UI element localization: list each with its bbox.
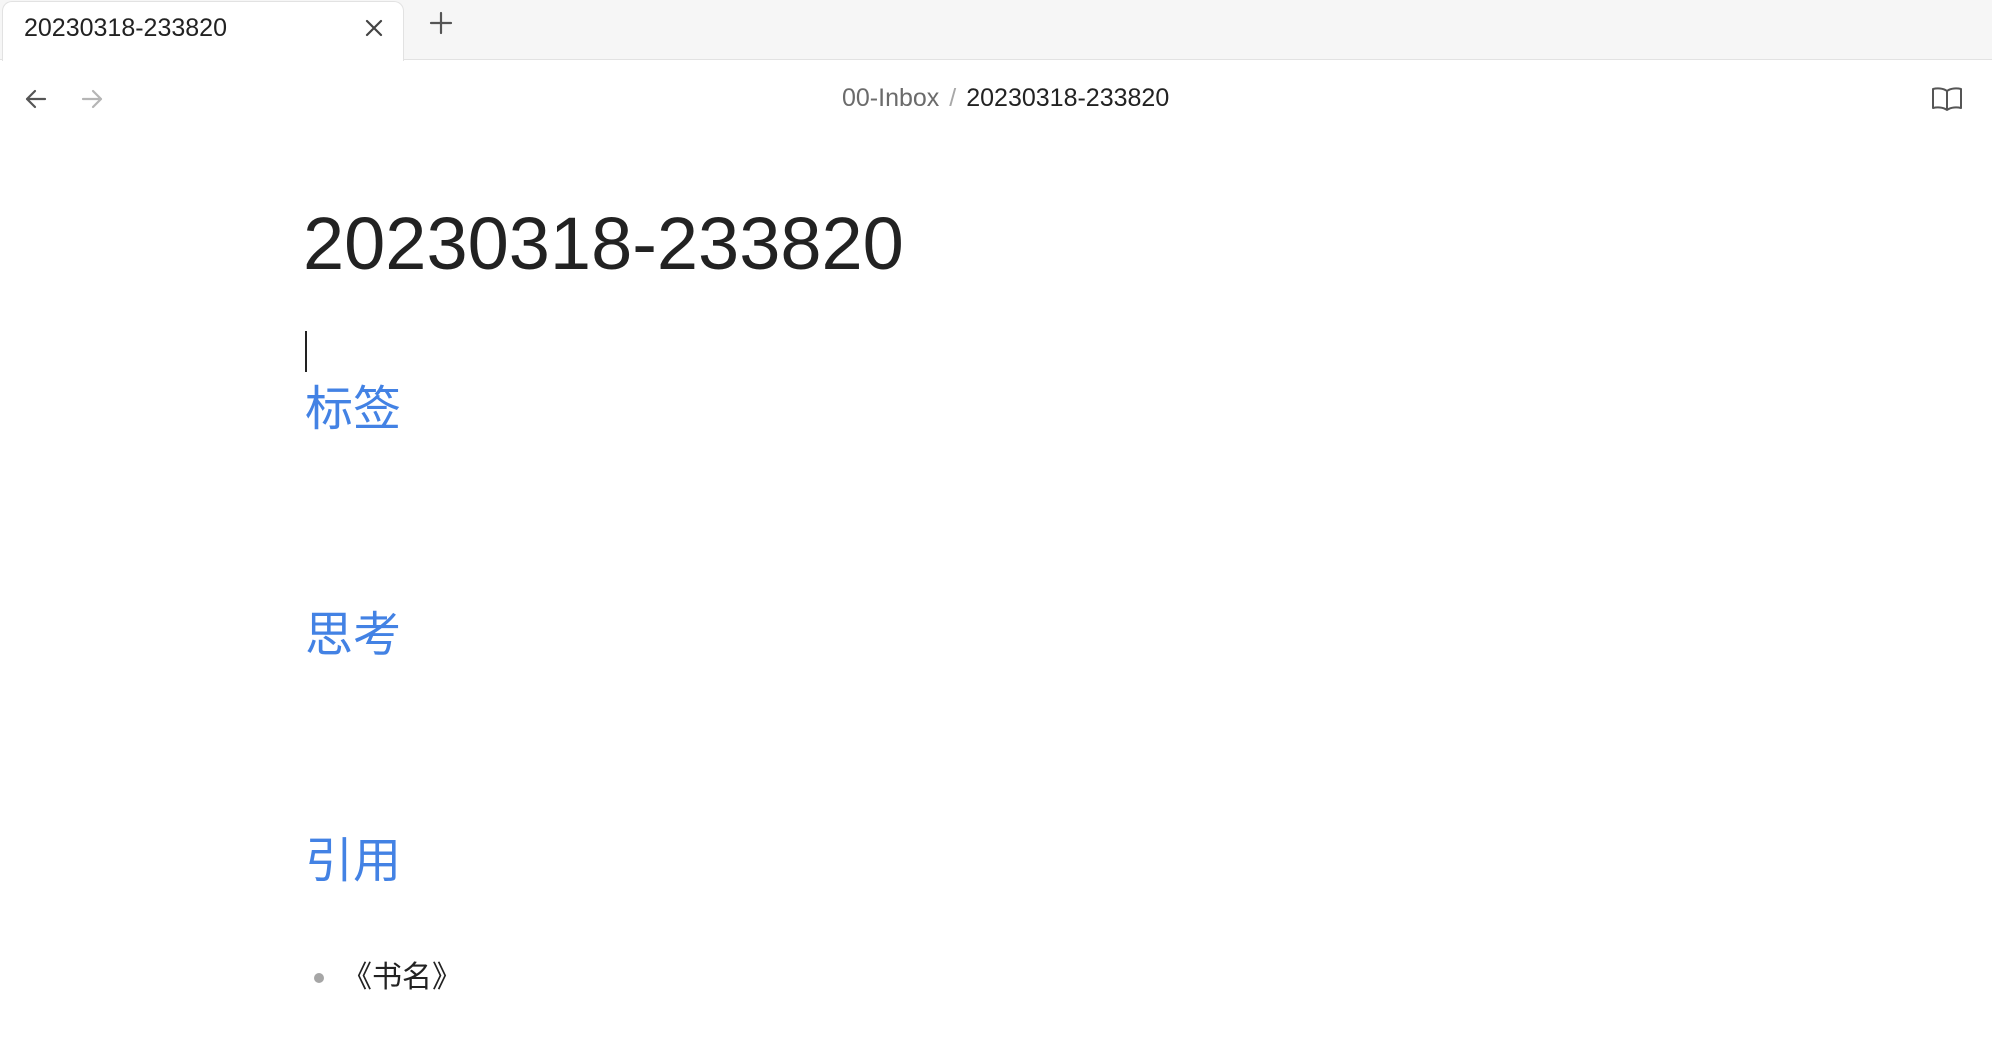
- arrow-right-icon[interactable]: [77, 84, 107, 114]
- heading-thoughts[interactable]: 思考: [305, 608, 401, 664]
- note-title[interactable]: 20230318-233820: [303, 207, 904, 281]
- breadcrumb: 00-Inbox / 20230318-233820: [842, 80, 1169, 116]
- tab-active[interactable]: 20230318-233820: [2, 1, 404, 61]
- book-open-icon[interactable]: [1930, 82, 1964, 116]
- breadcrumb-folder[interactable]: 00-Inbox: [842, 84, 939, 112]
- arrow-left-icon[interactable]: [21, 84, 51, 114]
- heading-references[interactable]: 引用: [305, 834, 401, 890]
- app-window: { "tabs": [ { "title": "20230318-233820"…: [0, 0, 1992, 1038]
- tab-title[interactable]: 20230318-233820: [24, 2, 227, 58]
- view-header: 00-Inbox / 20230318-233820: [0, 60, 1992, 136]
- heading-tags[interactable]: 标签: [305, 382, 401, 438]
- bullet-icon: [314, 973, 324, 983]
- breadcrumb-separator: /: [949, 84, 957, 112]
- plus-icon[interactable]: [427, 9, 455, 37]
- list-item-text[interactable]: 《书名》: [342, 958, 462, 998]
- breadcrumb-file[interactable]: 20230318-233820: [966, 84, 1169, 112]
- close-icon[interactable]: [360, 14, 388, 42]
- tab-bar: 20230318-233820: [0, 0, 1992, 61]
- text-cursor: [305, 331, 307, 372]
